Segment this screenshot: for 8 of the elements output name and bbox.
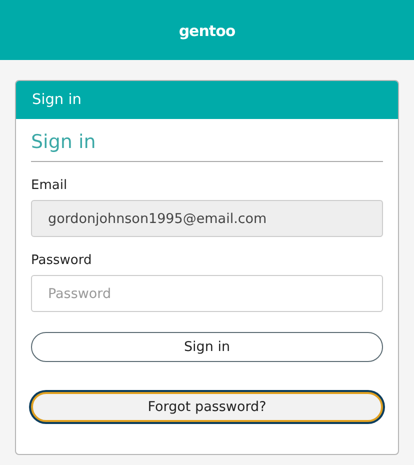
forgot-password-button[interactable]: Forgot password? — [31, 392, 383, 422]
password-field[interactable]: Password — [31, 275, 383, 312]
sign-in-button[interactable]: Sign in — [31, 332, 383, 362]
logo: gentoo — [178, 22, 236, 40]
card-title: Sign in — [16, 81, 398, 119]
page-heading: Sign in — [31, 119, 383, 162]
field-label: Email — [31, 178, 68, 193]
field-label: Password — [31, 253, 93, 268]
